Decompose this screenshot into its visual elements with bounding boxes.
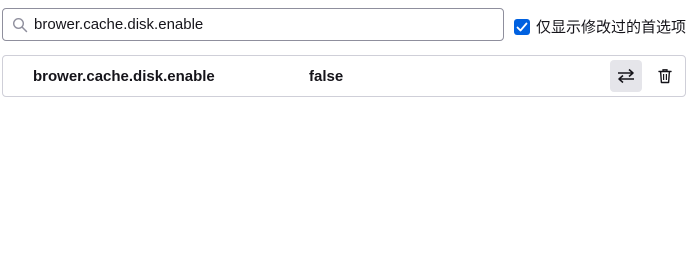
search-field[interactable] [2,8,504,41]
modified-only-toggle[interactable]: 仅显示修改过的首选项 [514,16,686,37]
modified-only-checkbox[interactable] [514,18,530,35]
checkmark-icon [516,22,528,31]
toggle-button[interactable] [610,60,642,92]
about-config-page: 仅显示修改过的首选项 brower.cache.disk.enable fals… [0,0,692,267]
delete-button[interactable] [649,60,681,92]
preference-name: brower.cache.disk.enable [33,68,215,85]
search-input[interactable] [34,16,474,33]
preference-row: brower.cache.disk.enable false [2,55,686,97]
modified-only-label: 仅显示修改过的首选项 [536,19,687,36]
trash-icon [658,69,672,84]
preference-value[interactable]: false [309,68,343,85]
search-icon [12,17,28,33]
toggle-arrows-icon [618,68,634,84]
